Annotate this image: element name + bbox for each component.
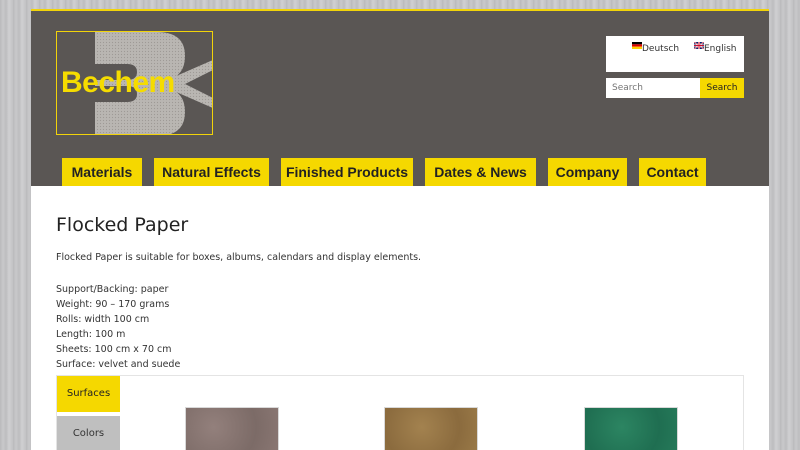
product-gallery: Surfaces Colors	[56, 375, 744, 450]
surface-swatch[interactable]	[384, 407, 478, 450]
spec-surface: Surface: velvet and suede	[56, 359, 181, 370]
nav-item-natural-effects[interactable]: Natural Effects	[154, 158, 269, 186]
main-navigation: Materials Natural Effects Finished Produ…	[31, 158, 769, 188]
nav-item-finished-products[interactable]: Finished Products	[281, 158, 413, 186]
language-label-deutsch: Deutsch	[642, 44, 680, 54]
search-input[interactable]	[606, 78, 700, 98]
nav-item-dates-news[interactable]: Dates & News	[425, 158, 536, 186]
page-title: Flocked Paper	[56, 214, 189, 236]
language-link-english[interactable]: English	[694, 42, 737, 54]
spec-length: Length: 100 m	[56, 329, 126, 340]
uk-flag-icon	[694, 42, 704, 49]
nav-item-materials[interactable]: Materials	[62, 158, 142, 186]
language-switcher: Deutsch English	[606, 36, 744, 72]
nav-item-contact[interactable]: Contact	[639, 158, 706, 186]
main-content: Flocked Paper Flocked Paper is suitable …	[56, 214, 746, 370]
tab-surfaces[interactable]: Surfaces	[57, 376, 120, 412]
search-button[interactable]: Search	[700, 78, 744, 98]
spec-sheets: Sheets: 100 cm x 70 cm	[56, 344, 172, 355]
surface-swatch[interactable]	[185, 407, 279, 450]
bechem-logo[interactable]: Bechem	[56, 31, 213, 135]
surface-swatch[interactable]	[584, 407, 678, 450]
page-container: Bechem Deutsch English Search Search Mat…	[31, 9, 769, 450]
spec-rolls: Rolls: width 100 cm	[56, 314, 150, 325]
language-link-deutsch[interactable]: Deutsch	[632, 42, 680, 54]
tab-colors[interactable]: Colors	[57, 416, 120, 450]
spec-weight: Weight: 90 – 170 grams	[56, 299, 170, 310]
site-header: Bechem Deutsch English Search Search Mat…	[31, 9, 769, 186]
spec-support: Support/Backing: paper	[56, 284, 169, 295]
nav-item-company[interactable]: Company	[548, 158, 627, 186]
intro-text: Flocked Paper is suitable for boxes, alb…	[56, 252, 422, 263]
spec-list: Support/Backing: paper Weight: 90 – 170 …	[56, 282, 180, 372]
logo-text: Bechem	[61, 66, 175, 99]
language-label-english: English	[704, 44, 737, 54]
german-flag-icon	[632, 42, 642, 49]
